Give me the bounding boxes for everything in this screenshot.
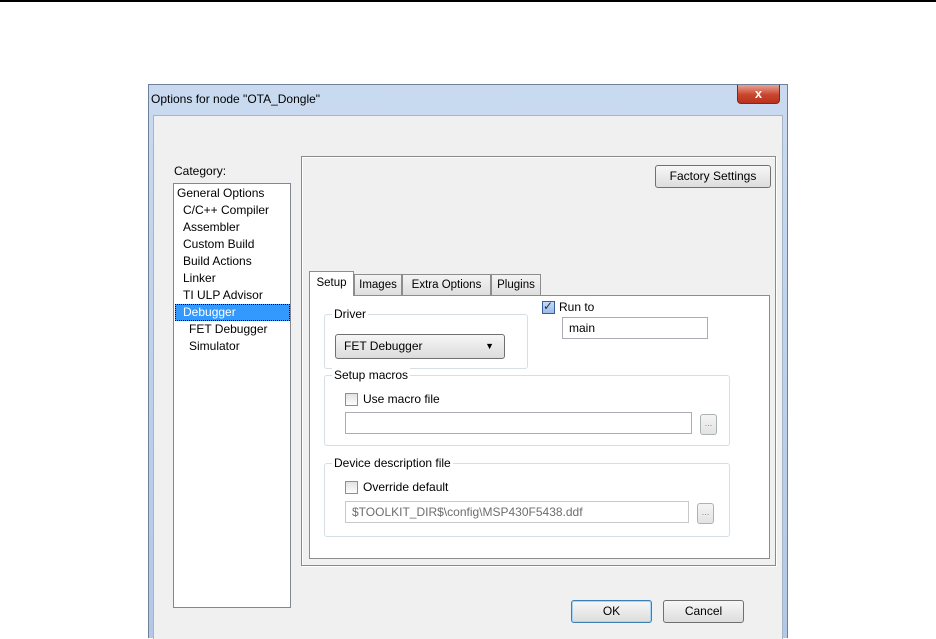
category-item[interactable]: Simulator <box>189 338 240 355</box>
driver-dropdown[interactable]: FET Debugger ▼ <box>335 334 505 359</box>
category-item[interactable]: Custom Build <box>183 236 254 253</box>
run-to-checkbox[interactable]: ✓ <box>542 299 555 314</box>
use-macro-file-checkbox[interactable] <box>345 393 358 406</box>
override-default-label: Override default <box>363 480 449 494</box>
tab-images[interactable]: Images <box>354 274 402 295</box>
setup-tab-page: Driver FET Debugger ▼ ✓ Run to main Setu… <box>309 295 770 559</box>
setup-macros-group-title: Setup macros <box>332 368 411 382</box>
device-description-group-title: Device description file <box>332 456 453 470</box>
title-bar[interactable]: Options for node "OTA_Dongle" x <box>149 85 787 115</box>
cancel-button[interactable]: Cancel <box>663 600 744 623</box>
category-item-label: Linker <box>183 271 216 285</box>
chevron-down-icon: ▼ <box>485 341 494 351</box>
options-panel: Factory Settings Setup Images Extra Opti… <box>301 156 776 566</box>
device-description-input[interactable]: $TOOLKIT_DIR$\config\MSP430F5438.ddf <box>345 501 689 523</box>
category-item-label: Assembler <box>183 220 240 234</box>
category-item-label: Debugger <box>183 305 236 319</box>
category-item-label: TI ULP Advisor <box>183 288 263 302</box>
device-browse-button[interactable]: ... <box>697 503 714 524</box>
category-item[interactable]: Linker <box>183 270 216 287</box>
window-title: Options for node "OTA_Dongle" <box>151 92 321 106</box>
top-rule <box>0 0 936 2</box>
tab-setup[interactable]: Setup <box>309 271 354 296</box>
run-to-label: Run to <box>559 300 595 314</box>
category-item[interactable]: General Options <box>177 185 264 202</box>
override-default-checkbox[interactable] <box>345 481 358 494</box>
tab-extra-options[interactable]: Extra Options <box>402 274 491 295</box>
run-to-input[interactable]: main <box>562 317 708 339</box>
category-item[interactable]: TI ULP Advisor <box>183 287 263 304</box>
category-item-selected[interactable]: Debugger <box>175 304 290 321</box>
dialog-client-area: Category: General Options C/C++ Compiler… <box>153 115 783 639</box>
macro-browse-button[interactable]: ... <box>700 414 717 435</box>
category-list[interactable]: General Options C/C++ Compiler Assembler… <box>173 183 291 608</box>
ok-button[interactable]: OK <box>571 600 652 623</box>
category-item-label: Build Actions <box>183 254 252 268</box>
category-item[interactable]: Assembler <box>183 219 240 236</box>
category-item[interactable]: Build Actions <box>183 253 252 270</box>
category-item-label: C/C++ Compiler <box>183 203 270 217</box>
use-macro-file-label: Use macro file <box>363 392 440 406</box>
close-button[interactable]: x <box>737 85 780 104</box>
close-icon: x <box>754 86 763 101</box>
category-item-label: General Options <box>177 186 265 200</box>
tab-plugins[interactable]: Plugins <box>491 274 541 295</box>
driver-dropdown-value: FET Debugger <box>344 339 423 353</box>
category-item-label: Custom Build <box>183 237 255 251</box>
category-label: Category: <box>174 164 227 178</box>
factory-settings-button[interactable]: Factory Settings <box>655 165 771 188</box>
device-description-group: Device description file Override default… <box>324 456 730 537</box>
category-item[interactable]: C/C++ Compiler <box>183 202 269 219</box>
category-item[interactable]: FET Debugger <box>189 321 268 338</box>
setup-macros-group: Setup macros Use macro file ... <box>324 368 730 446</box>
category-item-label: FET Debugger <box>189 322 268 336</box>
driver-group-title: Driver <box>332 307 368 321</box>
category-item-label: Simulator <box>189 339 240 353</box>
driver-group: Driver FET Debugger ▼ <box>324 307 528 369</box>
checkmark-icon: ✓ <box>543 299 554 313</box>
options-dialog: Options for node "OTA_Dongle" x Category… <box>148 84 788 639</box>
macro-file-input[interactable] <box>345 412 692 434</box>
